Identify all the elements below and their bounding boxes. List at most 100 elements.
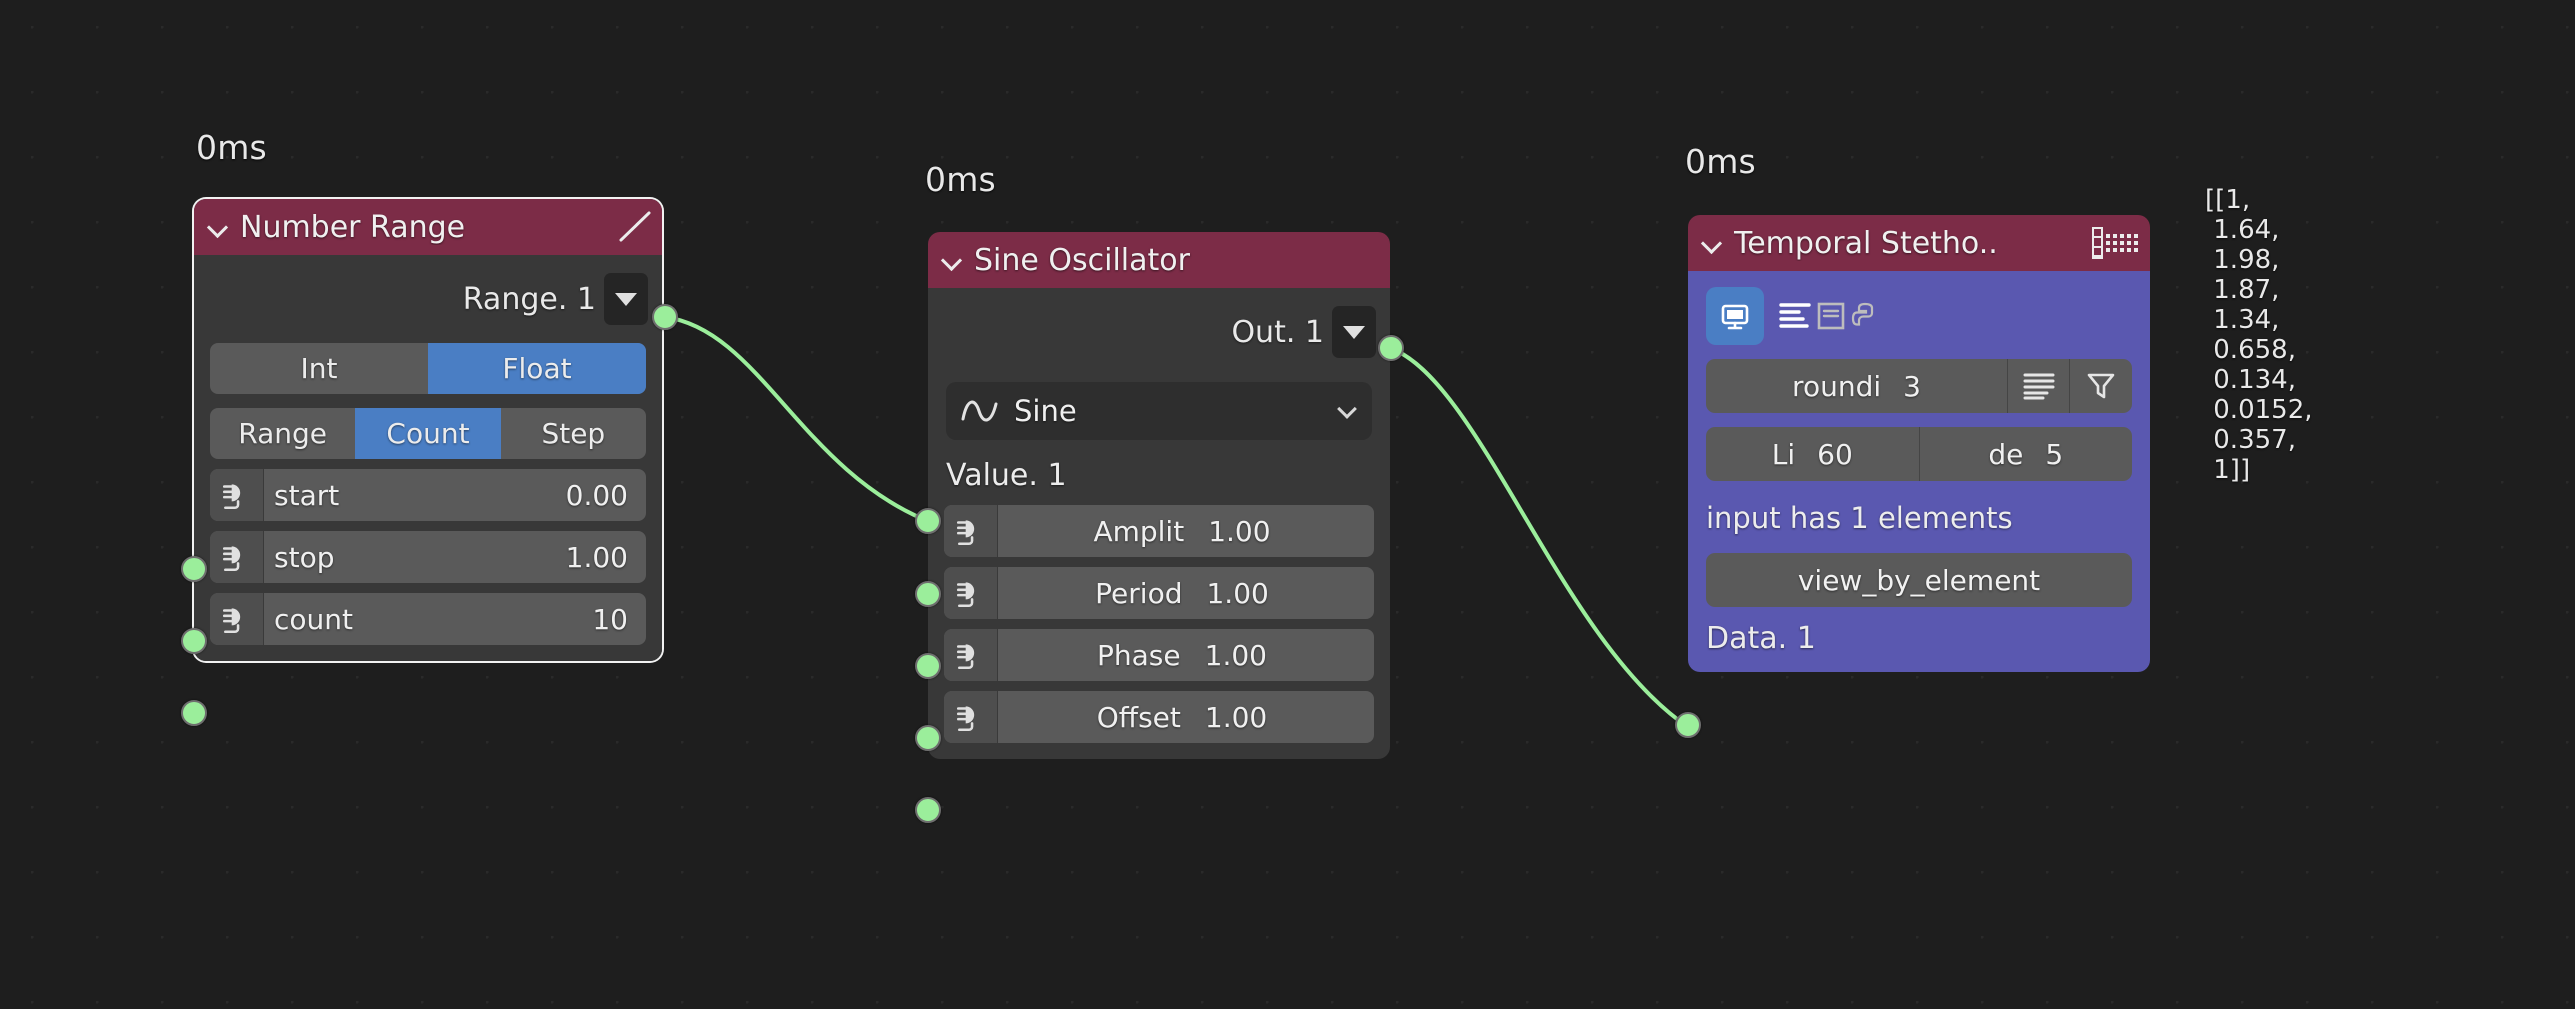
socket-output-range[interactable] [652, 304, 678, 330]
property-name: Offset [1096, 700, 1181, 734]
ramp-icon [616, 210, 650, 244]
funnel-icon[interactable] [2070, 359, 2132, 413]
decimal-field[interactable]: de 5 [1920, 427, 2133, 481]
socket-input-value[interactable] [915, 508, 941, 534]
waveform-select[interactable]: Sine [946, 382, 1372, 440]
plug-icon [944, 567, 998, 619]
node-body-temporal-stethoscope: roundi 3 Li 60 de 5 input has 1 elements… [1688, 271, 2150, 672]
rounding-value[interactable]: 3 [1903, 370, 1921, 403]
node-body-sine-oscillator: Out. 1 Sine Value. 1 Amplit 1.00 Period … [928, 288, 1390, 759]
chevron-down-icon[interactable] [1702, 232, 1724, 254]
link-out-to-data [1388, 346, 1690, 729]
property-row-period[interactable]: Period 1.00 [944, 567, 1374, 619]
triangle-down-icon[interactable] [1332, 306, 1376, 358]
toggle-range[interactable]: Range [210, 408, 355, 459]
socket-input-period[interactable] [915, 653, 941, 679]
node-body-number-range: Range. 1 Int Float Range Count Step star… [194, 255, 662, 661]
property-value[interactable]: 1.00 [1206, 577, 1268, 610]
chevron-down-icon[interactable] [942, 249, 964, 271]
toggle-step[interactable]: Step [501, 408, 646, 459]
element-count-info: input has 1 elements [1706, 501, 2013, 535]
plug-icon [944, 505, 998, 557]
node-number-range[interactable]: Number Range Range. 1 Int Float Range Co… [194, 199, 662, 661]
property-name: Amplit [1093, 514, 1185, 548]
card-icon[interactable] [1814, 299, 1848, 333]
list-lines-icon[interactable] [2008, 359, 2070, 413]
property-value[interactable]: 1.00 [566, 541, 628, 574]
decimal-label: de [1988, 437, 2024, 471]
property-value[interactable]: 0.00 [566, 479, 628, 512]
monitor-icon[interactable] [1706, 287, 1764, 345]
grid-table-icon [2092, 226, 2138, 260]
node-header-number-range[interactable]: Number Range [194, 199, 662, 255]
socket-input-count[interactable] [181, 700, 207, 726]
timing-label-sine-oscillator: 0ms [925, 160, 996, 199]
stethoscope-toolbar[interactable] [1688, 271, 2150, 345]
text-lines-icon[interactable] [1776, 299, 1814, 333]
rounding-row[interactable]: roundi 3 [1706, 359, 2132, 413]
limit-label: Li [1771, 437, 1796, 471]
toggle-int[interactable]: Int [210, 343, 428, 394]
property-name: Period [1095, 576, 1183, 610]
property-row-stop[interactable]: stop 1.00 [210, 531, 646, 583]
property-name: Phase [1097, 638, 1181, 672]
triangle-down-icon[interactable] [604, 273, 648, 325]
socket-output-out[interactable] [1378, 335, 1404, 361]
rounding-field[interactable]: roundi 3 [1706, 359, 2008, 413]
property-row-start[interactable]: start 0.00 [210, 469, 646, 521]
link-range-to-value [663, 315, 932, 524]
property-row-count[interactable]: count 10 [210, 593, 646, 645]
socket-input-phase[interactable] [915, 725, 941, 751]
mode-toggle-group[interactable]: Range Count Step [210, 408, 646, 459]
socket-input-amplitude[interactable] [915, 581, 941, 607]
view-by-element-button[interactable]: view_by_element [1706, 553, 2132, 607]
rounding-label: roundi [1792, 369, 1882, 403]
property-row-amplitude[interactable]: Amplit 1.00 [944, 505, 1374, 557]
node-temporal-stethoscope[interactable]: Temporal Stetho.. roundi 3 Li 60 de 5 in… [1688, 215, 2150, 672]
limit-row[interactable]: Li 60 de 5 [1706, 427, 2132, 481]
chevron-down-icon[interactable] [1338, 401, 1358, 421]
output-row-out[interactable]: Out. 1 [928, 288, 1390, 362]
toggle-float[interactable]: Float [428, 343, 646, 394]
property-name: stop [274, 540, 335, 574]
node-editor-canvas[interactable]: 0ms 0ms 0ms Number Range Range. 1 Int Fl… [0, 0, 2575, 1009]
sine-wave-icon [960, 394, 1000, 428]
view-mode-group[interactable] [1776, 299, 2132, 333]
input-label-value: Value. 1 [946, 458, 1067, 493]
node-title-number-range: Number Range [240, 209, 466, 245]
waveform-value: Sine [1014, 394, 1077, 428]
output-row-range[interactable]: Range. 1 [194, 255, 662, 329]
output-label-range: Range. 1 [462, 281, 596, 317]
toggle-count[interactable]: Count [355, 408, 501, 459]
property-row-offset[interactable]: Offset 1.00 [944, 691, 1374, 743]
property-value[interactable]: 1.00 [1208, 515, 1270, 548]
property-name: start [274, 478, 340, 512]
plug-icon [944, 691, 998, 743]
limit-field[interactable]: Li 60 [1706, 427, 1920, 481]
node-sine-oscillator[interactable]: Sine Oscillator Out. 1 Sine Value. 1 Amp… [928, 232, 1390, 759]
socket-input-offset[interactable] [915, 797, 941, 823]
timing-label-temporal-stethoscope: 0ms [1685, 142, 1756, 181]
plug-icon [210, 593, 264, 645]
property-value[interactable]: 1.00 [1205, 701, 1267, 734]
node-title-temporal-stethoscope: Temporal Stetho.. [1734, 225, 1998, 261]
output-label-out: Out. 1 [1231, 314, 1324, 350]
socket-input-stop[interactable] [181, 628, 207, 654]
chevron-down-icon[interactable] [208, 216, 230, 238]
plug-icon [944, 629, 998, 681]
socket-input-data[interactable] [1675, 712, 1701, 738]
python-icon[interactable] [1848, 299, 1882, 333]
property-row-phase[interactable]: Phase 1.00 [944, 629, 1374, 681]
socket-input-start[interactable] [181, 556, 207, 582]
input-label-data: Data. 1 [1706, 621, 1816, 656]
property-value[interactable]: 1.00 [1205, 639, 1267, 672]
limit-value[interactable]: 60 [1817, 438, 1853, 471]
plug-icon [210, 531, 264, 583]
node-header-sine-oscillator[interactable]: Sine Oscillator [928, 232, 1390, 288]
property-value[interactable]: 10 [592, 603, 628, 636]
property-name: count [274, 602, 353, 636]
type-toggle-group[interactable]: Int Float [210, 343, 646, 394]
plug-icon [210, 469, 264, 521]
node-header-temporal-stethoscope[interactable]: Temporal Stetho.. [1688, 215, 2150, 271]
decimal-value[interactable]: 5 [2045, 438, 2063, 471]
